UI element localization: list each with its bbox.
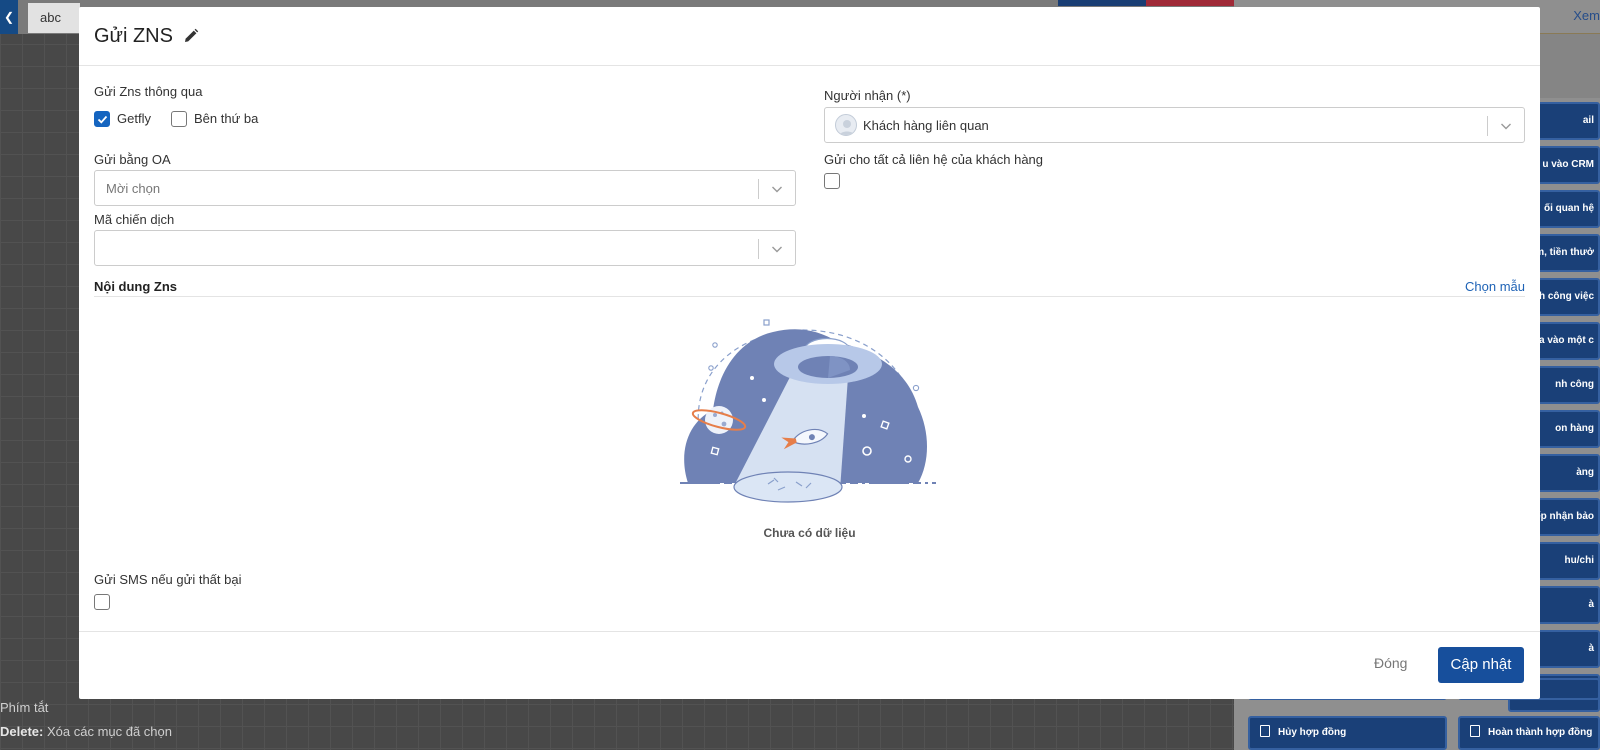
sms-fallback-checkbox[interactable] xyxy=(94,594,110,610)
oa-select[interactable]: Mời chọn xyxy=(94,170,796,206)
shortcut-delete: Delete: Xóa các mục đã chọn xyxy=(0,720,172,744)
complete-contract-label: Hoàn thành hợp đồng xyxy=(1488,727,1593,738)
close-button[interactable]: Đóng xyxy=(1374,655,1407,671)
cancel-contract-button[interactable]: Hủy hợp đồng xyxy=(1248,716,1447,750)
select-separator xyxy=(1487,116,1488,136)
campaign-select[interactable] xyxy=(94,230,796,266)
toolbar-red-button[interactable] xyxy=(1146,0,1234,6)
recipient-select[interactable]: Khách hàng liên quan xyxy=(824,107,1525,143)
getfly-checkbox[interactable] xyxy=(94,111,110,127)
document-icon xyxy=(1470,725,1480,737)
check-icon xyxy=(97,115,108,124)
complete-contract-button[interactable]: Hoàn thành hợp đồng xyxy=(1458,716,1600,750)
sms-fallback-label: Gửi SMS nếu gửi thất bại xyxy=(94,572,242,587)
update-button[interactable]: Cập nhật xyxy=(1438,647,1524,683)
back-button[interactable]: ❮ xyxy=(0,0,18,34)
empty-state-text: Chưa có dữ liệu xyxy=(763,526,856,540)
choose-template-link[interactable]: Chọn mẫu xyxy=(1465,279,1525,294)
shortcut-desc: Xóa các mục đã chọn xyxy=(46,724,173,739)
pencil-icon[interactable] xyxy=(183,28,199,44)
shortcut-key: Delete: xyxy=(0,724,44,739)
dialog-header: Gửi ZNS xyxy=(79,7,1540,66)
campaign-label: Mã chiến dịch xyxy=(94,212,175,227)
cancel-contract-label: Hủy hợp đồng xyxy=(1278,727,1347,738)
avatar xyxy=(835,114,857,136)
third-party-label[interactable]: Bên thứ ba xyxy=(194,111,258,126)
getfly-label[interactable]: Getfly xyxy=(117,111,151,126)
empty-state-illustration xyxy=(680,319,936,503)
send-via-label: Gửi Zns thông qua xyxy=(94,84,203,99)
workflow-name-tab[interactable]: abc xyxy=(28,3,80,33)
send-all-label: Gửi cho tất cả liên hệ của khách hàng xyxy=(824,152,1044,167)
view-link[interactable]: Xem xyxy=(1573,8,1600,23)
select-separator xyxy=(758,239,759,259)
chevron-down-icon[interactable] xyxy=(1500,120,1512,132)
oa-label: Gửi bằng OA xyxy=(94,152,171,167)
shortcuts-help: Phím tắt Delete: Xóa các mục đã chọn xyxy=(0,696,172,744)
shortcuts-title: Phím tắt xyxy=(0,700,49,715)
document-icon xyxy=(1260,725,1270,737)
send-zns-dialog: Gửi ZNS Gửi Zns thông qua Getfly Bên thứ… xyxy=(79,7,1540,699)
chevron-down-icon[interactable] xyxy=(771,243,783,255)
chevron-down-icon[interactable] xyxy=(771,183,783,195)
third-party-checkbox[interactable] xyxy=(171,111,187,127)
section-divider xyxy=(94,296,1525,297)
dialog-title: Gửi ZNS xyxy=(94,24,173,47)
oa-placeholder: Mời chọn xyxy=(106,181,161,196)
recipient-value: Khách hàng liên quan xyxy=(863,118,989,133)
toolbar-blue-button[interactable] xyxy=(1058,0,1146,6)
recipient-label: Người nhận (*) xyxy=(824,88,911,103)
send-all-checkbox[interactable] xyxy=(824,173,840,189)
footer-divider xyxy=(79,631,1540,632)
content-section-title: Nội dung Zns xyxy=(94,279,178,294)
select-separator xyxy=(758,179,759,199)
